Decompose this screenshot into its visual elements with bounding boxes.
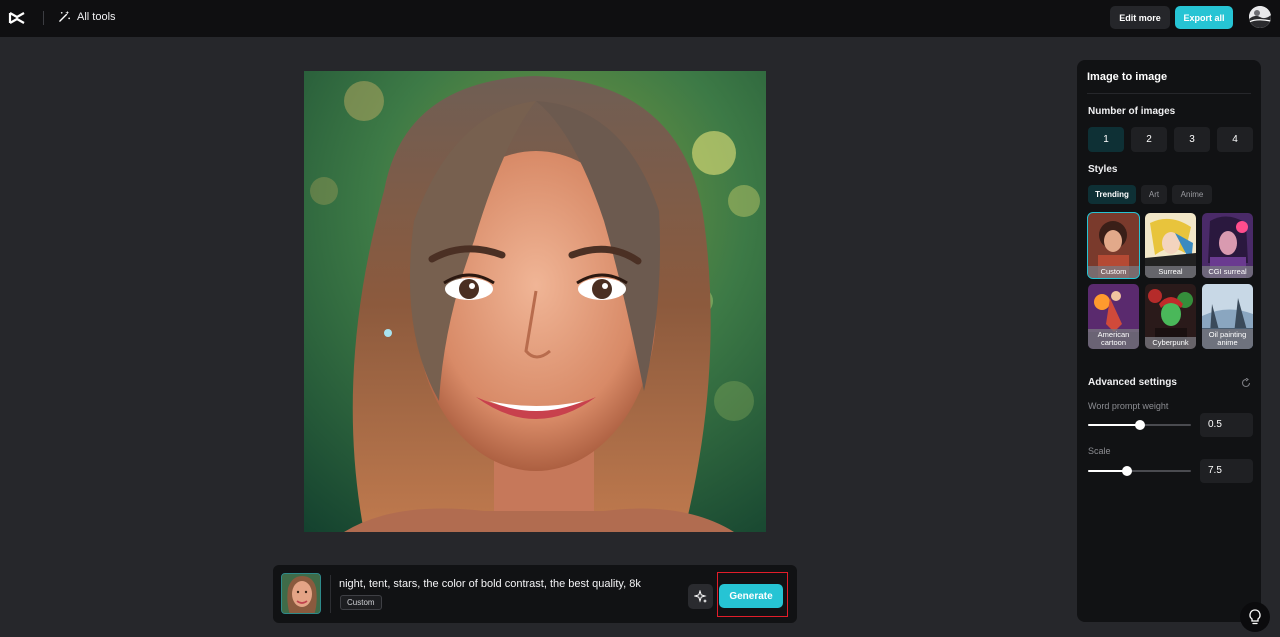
lightbulb-icon	[1249, 609, 1261, 625]
slider-thumb[interactable]	[1134, 420, 1145, 430]
export-all-button[interactable]: Export all	[1175, 6, 1233, 29]
style-card-label: CGI surreal	[1202, 266, 1253, 278]
style-card-label: Surreal	[1145, 266, 1196, 278]
style-card-oil-painting-anime[interactable]: Oil painting anime	[1202, 284, 1253, 349]
number-option-1[interactable]: 1	[1088, 127, 1124, 152]
scale-value[interactable]: 7.5	[1200, 459, 1253, 483]
reset-icon[interactable]	[1241, 378, 1251, 388]
number-option-2[interactable]: 2	[1131, 127, 1167, 152]
slider-fill	[1088, 424, 1140, 426]
generated-image[interactable]	[304, 71, 766, 532]
styles-label: Styles	[1088, 164, 1118, 175]
header-divider	[43, 11, 44, 25]
magic-prompt-button[interactable]	[688, 584, 713, 609]
style-tag[interactable]: Custom	[340, 595, 382, 610]
scale-label: Scale	[1088, 446, 1111, 456]
style-card-custom[interactable]: Custom	[1087, 212, 1140, 279]
style-card-cyberpunk[interactable]: Cyberpunk	[1145, 284, 1196, 349]
edit-more-button[interactable]: Edit more	[1110, 6, 1170, 29]
help-button[interactable]	[1240, 602, 1270, 632]
capcut-logo-icon[interactable]	[8, 9, 26, 27]
all-tools-button[interactable]: All tools	[58, 10, 116, 23]
settings-panel: Image to image Number of images 1 2 3 4 …	[1077, 60, 1261, 622]
style-card-surreal[interactable]: Surreal	[1145, 213, 1196, 278]
all-tools-label: All tools	[77, 10, 116, 23]
panel-title: Image to image	[1087, 71, 1168, 83]
style-card-american-cartoon[interactable]: American cartoon	[1088, 284, 1139, 349]
generate-button[interactable]: Generate	[719, 584, 783, 608]
panel-divider	[1087, 93, 1251, 94]
slider-fill	[1088, 470, 1127, 472]
prompt-input[interactable]: night, tent, stars, the color of bold co…	[339, 578, 641, 590]
word-prompt-weight-slider[interactable]	[1088, 420, 1191, 430]
number-of-images-label: Number of images	[1088, 106, 1176, 117]
slider-thumb[interactable]	[1121, 466, 1132, 476]
tab-trending[interactable]: Trending	[1088, 185, 1136, 204]
avatar[interactable]	[1249, 6, 1271, 28]
number-option-4[interactable]: 4	[1217, 127, 1253, 152]
style-card-label: Cyberpunk	[1145, 337, 1196, 349]
tab-art[interactable]: Art	[1141, 185, 1167, 204]
tab-anime[interactable]: Anime	[1172, 185, 1212, 204]
style-card-label: American cartoon	[1088, 329, 1139, 349]
scale-slider[interactable]	[1088, 466, 1191, 476]
reference-image-thumbnail[interactable]	[281, 573, 321, 614]
word-prompt-weight-value[interactable]: 0.5	[1200, 413, 1253, 437]
number-option-3[interactable]: 3	[1174, 127, 1210, 152]
prompt-divider	[330, 575, 331, 613]
magic-wand-icon	[59, 10, 70, 22]
style-card-label: Oil painting anime	[1202, 329, 1253, 349]
top-bar: All tools Edit more Export all	[0, 0, 1280, 37]
word-prompt-weight-label: Word prompt weight	[1088, 401, 1169, 411]
advanced-settings-label: Advanced settings	[1088, 377, 1177, 388]
style-card-cgi-surreal[interactable]: CGI surreal	[1202, 213, 1253, 278]
sparkle-icon	[693, 589, 707, 603]
style-card-label: Custom	[1088, 266, 1139, 278]
prompt-bar: night, tent, stars, the color of bold co…	[273, 565, 797, 623]
